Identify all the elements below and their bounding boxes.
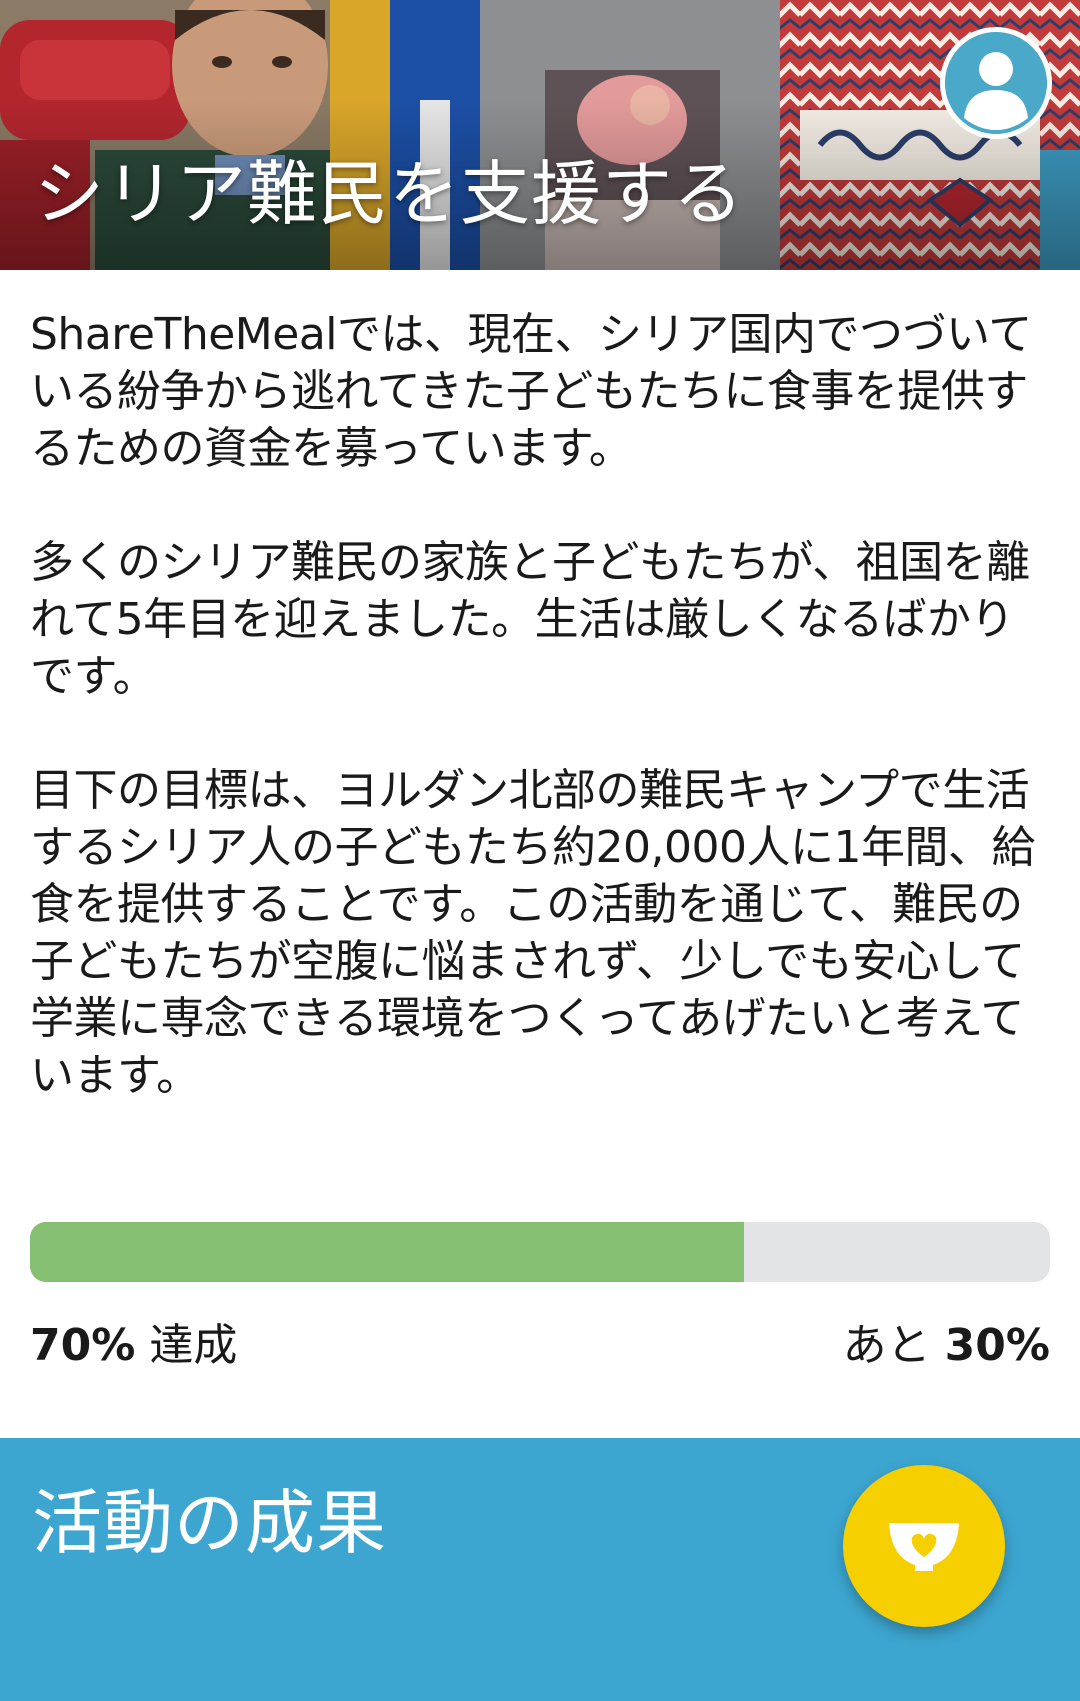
funding-progress-bar	[30, 1222, 1050, 1282]
progress-fill	[30, 1222, 744, 1282]
remaining-prefix: あと	[842, 1320, 931, 1371]
page-title: シリア難民を支援する	[34, 153, 744, 235]
achieved-percent: 70%	[30, 1320, 136, 1371]
campaign-description: ShareTheMealでは、現在、シリア国内でつづいている紛争から逃れてきた子…	[30, 306, 1050, 1161]
donate-meal-button[interactable]	[843, 1465, 1005, 1627]
progress-achieved: 70% 達成	[30, 1318, 237, 1374]
hero-banner: シリア難民を支援する	[0, 0, 1080, 270]
description-paragraph: 多くのシリア難民の家族と子どもたちが、祖国を離れて5年目を迎えました。生活は厳し…	[30, 537, 1030, 702]
results-heading: 活動の成果	[32, 1482, 387, 1564]
description-paragraph: ShareTheMealでは、現在、シリア国内でつづいている紛争から逃れてきた子…	[30, 309, 1032, 474]
profile-button[interactable]	[940, 27, 1052, 139]
bowl-heart-icon	[889, 1523, 959, 1571]
screen: シリア難民を支援する ShareTheMealでは、現在、シリア国内でつづいてい…	[0, 0, 1080, 1701]
user-profile-icon	[945, 32, 1047, 134]
achieved-label: 達成	[149, 1320, 238, 1371]
results-section: 活動の成果	[0, 1438, 1080, 1701]
remaining-percent: 30%	[944, 1320, 1050, 1371]
description-paragraph: 目下の目標は、ヨルダン北部の難民キャンプで生活するシリア人の子どもたち約20,0…	[30, 765, 1035, 1101]
progress-remaining: あと 30%	[843, 1318, 1050, 1374]
